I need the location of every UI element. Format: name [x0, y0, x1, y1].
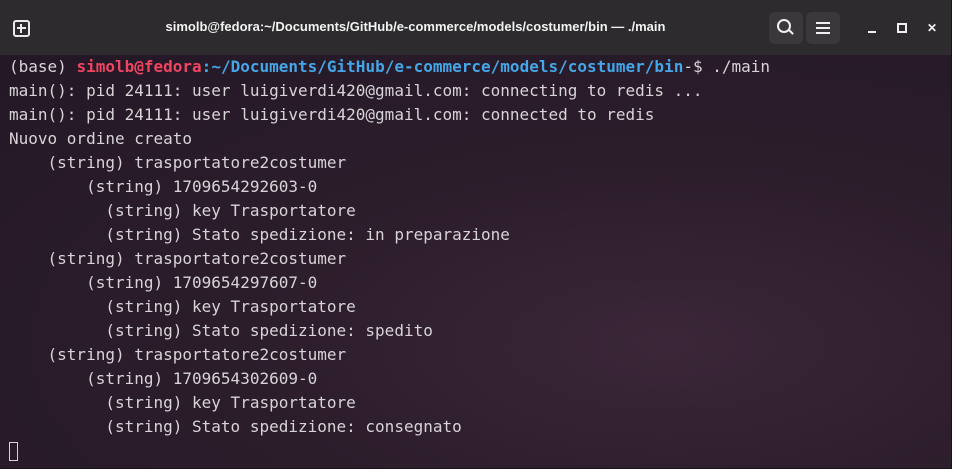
search-icon — [777, 19, 791, 33]
minimize-button[interactable] — [858, 12, 886, 44]
minimize-icon — [868, 31, 876, 33]
output-line: (string) trasportatore2costumer — [9, 153, 347, 172]
output-line: (string) Stato spedizione: consegnato — [9, 417, 462, 436]
prompt-line: (base) simolb@fedora:~/Documents/GitHub/… — [9, 55, 951, 79]
terminal-window: simolb@fedora:~/Documents/GitHub/e-comme… — [0, 0, 951, 468]
output-line: (string) Stato spedizione: in preparazio… — [9, 225, 510, 244]
prompt-colon: : — [201, 57, 212, 76]
output-line: (string) Stato spedizione: spedito — [9, 321, 433, 340]
prompt-user-host: simolb@fedora — [76, 57, 202, 76]
terminal-output[interactable]: (base) simolb@fedora:~/Documents/GitHub/… — [0, 55, 951, 468]
menu-button[interactable] — [806, 12, 840, 44]
prompt-command: ./main — [712, 57, 771, 76]
output-line: (string) 1709654292603-0 — [9, 177, 318, 196]
close-button[interactable]: ✕ — [918, 12, 946, 44]
output-line: (string) key Trasportatore — [9, 393, 356, 412]
output-line: (string) 1709654302609-0 — [9, 369, 318, 388]
maximize-icon — [897, 23, 907, 33]
maximize-button[interactable] — [888, 12, 916, 44]
prompt-symbol: -$ — [683, 57, 713, 76]
close-icon: ✕ — [926, 21, 938, 35]
prompt-path: ~/Documents/GitHub/e-commerce/models/cos… — [211, 57, 684, 76]
hamburger-menu-icon — [816, 22, 830, 34]
text-cursor — [9, 442, 18, 461]
output-line: main(): pid 24111: user luigiverdi420@gm… — [9, 105, 655, 124]
title-bar[interactable]: simolb@fedora:~/Documents/GitHub/e-comme… — [0, 0, 951, 55]
prompt-env: (base) — [9, 57, 77, 76]
output-line: (string) key Trasportatore — [9, 297, 356, 316]
search-button[interactable] — [769, 12, 803, 44]
cursor-line — [9, 439, 951, 463]
output-line: (string) 1709654297607-0 — [9, 273, 318, 292]
output-line: Nuovo ordine creato — [9, 129, 193, 148]
output-line: (string) trasportatore2costumer — [9, 345, 347, 364]
output-line: main(): pid 24111: user luigiverdi420@gm… — [9, 81, 703, 100]
output-line: (string) trasportatore2costumer — [9, 249, 347, 268]
output-line: (string) key Trasportatore — [9, 201, 356, 220]
